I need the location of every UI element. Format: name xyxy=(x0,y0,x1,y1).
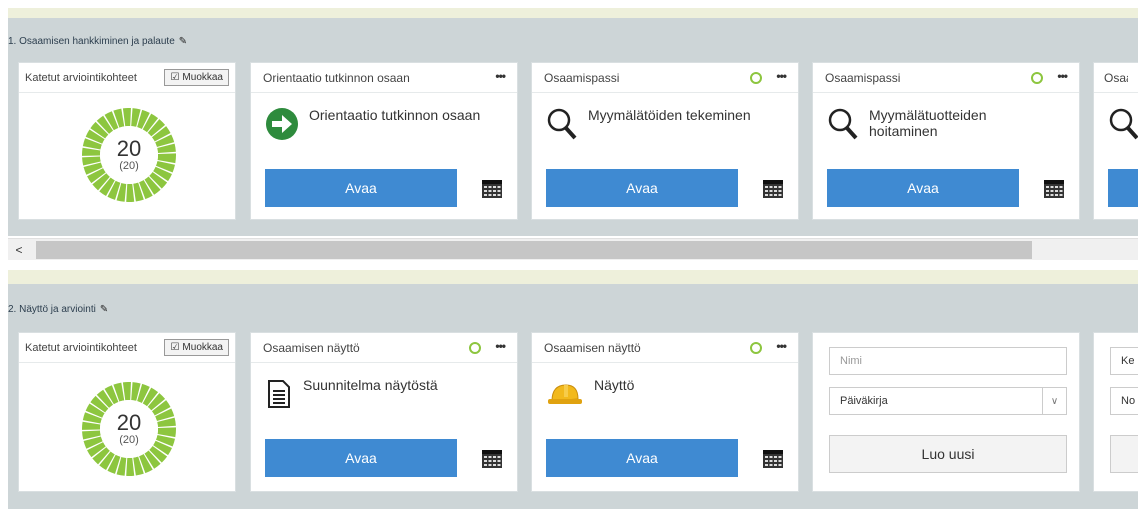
edit-pencil-icon[interactable]: ✎ xyxy=(179,36,187,47)
coverage-donut: 20 (20) xyxy=(81,107,177,203)
partial-field-2[interactable]: No xyxy=(1110,387,1138,415)
scroll-left-arrow-icon[interactable]: < xyxy=(8,239,30,261)
covered-targets-label: Katetut arviointikohteet xyxy=(25,71,137,84)
card-title: Osaamispassi xyxy=(544,70,620,85)
donut-value: 20 xyxy=(116,410,142,435)
section2-top-strip xyxy=(8,270,1138,284)
task-item: Näyttö xyxy=(546,377,634,411)
donut-subvalue: (20) xyxy=(119,160,139,172)
more-options-icon[interactable]: ••• xyxy=(495,70,506,82)
more-options-icon[interactable]: ••• xyxy=(776,70,787,82)
donut-value: 20 xyxy=(116,136,142,161)
task-item-label: Näyttö xyxy=(594,377,635,393)
task-card: Osaamisen näyttö ••• Suunnitelma näytöst… xyxy=(250,332,518,492)
task-card: Osaamisen näyttö ••• Näyttö Avaa xyxy=(531,332,799,492)
task-card: Orientaatio tutkinnon osaan ••• Orientaa… xyxy=(250,62,518,220)
card-title: Osaamisen näyttö xyxy=(263,340,360,355)
edit-button[interactable]: ☑ Muokkaa xyxy=(164,69,229,86)
more-options-icon[interactable]: ••• xyxy=(1057,70,1068,82)
covered-targets-card: Katetut arviointikohteet ☑ Muokkaa 20 (20… xyxy=(18,332,236,492)
more-options-icon[interactable]: ••• xyxy=(776,340,787,352)
edit-icon: ☑ xyxy=(170,72,180,83)
more-options-icon[interactable]: ••• xyxy=(495,340,506,352)
open-button[interactable]: Avaa xyxy=(827,169,1019,207)
horizontal-scrollbar[interactable]: < xyxy=(8,238,1138,260)
section1-top-strip xyxy=(8,8,1138,18)
edit-pencil-icon[interactable]: ✎ xyxy=(100,304,108,315)
calendar-icon[interactable] xyxy=(481,447,503,469)
task-item: Myymälätöiden tekeminen xyxy=(546,107,751,141)
task-card: Osaamispassi ••• Myymälätöiden tekeminen… xyxy=(531,62,799,220)
status-circle-icon xyxy=(750,341,763,354)
name-input[interactable]: Nimi xyxy=(829,347,1067,375)
status-circle-icon xyxy=(469,341,482,354)
task-item-label: Suunnitelma näytöstä xyxy=(303,377,438,393)
card-header: Orientaatio tutkinnon osaan ••• xyxy=(251,63,517,93)
task-item-label: Myymälätöiden tekeminen xyxy=(588,107,751,123)
task-card: Osaamispassi ••• Myymälätuotteiden hoita… xyxy=(812,62,1080,220)
partial-create-button[interactable] xyxy=(1110,435,1138,473)
task-card-partial: Osaan xyxy=(1093,62,1138,220)
task-item: Myymälätuotteiden hoitaminen xyxy=(827,107,1019,141)
card-title: Orientaatio tutkinnon osaan xyxy=(263,70,410,85)
status-circle-icon xyxy=(750,71,763,84)
open-button[interactable]: Avaa xyxy=(546,169,738,207)
status-circle-icon xyxy=(1031,71,1044,84)
open-button[interactable]: Avaa xyxy=(546,439,738,477)
task-item-label: Myymälätuotteiden hoitaminen xyxy=(869,107,987,139)
green-arrow-icon xyxy=(266,108,298,140)
magnifier-icon xyxy=(547,108,577,140)
section1-title: 1. Osaamisen hankkiminen ja palaute ✎ xyxy=(8,36,188,47)
partial-field-1[interactable]: Ke xyxy=(1110,347,1138,375)
magnifier-icon xyxy=(1109,108,1138,140)
calendar-icon[interactable] xyxy=(1043,177,1065,199)
card-header: Osaamisen näyttö ••• xyxy=(251,333,517,363)
open-button[interactable] xyxy=(1108,169,1138,207)
covered-targets-label: Katetut arviointikohteet xyxy=(25,341,137,354)
coverage-donut: 20 (20) xyxy=(81,381,177,477)
edit-icon: ☑ xyxy=(170,342,180,353)
card-title: Osaamispassi xyxy=(825,70,901,85)
card-header: Osaamisen näyttö ••• xyxy=(532,333,798,363)
card-header: Osaamispassi ••• xyxy=(813,63,1079,93)
type-select-value: Päiväkirja xyxy=(840,395,888,407)
card-title: Osaan xyxy=(1104,70,1128,85)
card-header: Katetut arviointikohteet ☑ Muokkaa xyxy=(19,63,235,93)
type-select[interactable]: Päiväkirja ∨ xyxy=(829,387,1067,415)
open-button[interactable]: Avaa xyxy=(265,439,457,477)
calendar-icon[interactable] xyxy=(762,177,784,199)
covered-targets-card: Katetut arviointikohteet ☑ Muokkaa 20 (20… xyxy=(18,62,236,220)
create-new-form-card-partial: Ke No xyxy=(1093,332,1138,492)
donut-subvalue: (20) xyxy=(119,434,139,446)
edit-button[interactable]: ☑ Muokkaa xyxy=(164,339,229,356)
document-icon xyxy=(268,380,290,408)
task-item: Suunnitelma näytöstä xyxy=(265,377,438,411)
hardhat-icon xyxy=(548,384,582,404)
scrollbar-thumb[interactable] xyxy=(36,241,1032,259)
chevron-down-icon[interactable]: ∨ xyxy=(1042,388,1066,414)
open-button[interactable]: Avaa xyxy=(265,169,457,207)
calendar-icon[interactable] xyxy=(762,447,784,469)
card-header: Osaan xyxy=(1094,63,1138,93)
magnifier-icon xyxy=(828,108,858,140)
calendar-icon[interactable] xyxy=(481,177,503,199)
task-item-label: Orientaatio tutkinnon osaan xyxy=(309,107,481,123)
card-title: Osaamisen näyttö xyxy=(544,340,641,355)
create-new-button[interactable]: Luo uusi xyxy=(829,435,1067,473)
card-header: Katetut arviointikohteet ☑ Muokkaa xyxy=(19,333,235,363)
card-header: Osaamispassi ••• xyxy=(532,63,798,93)
task-item: Orientaatio tutkinnon osaan xyxy=(265,107,480,141)
create-new-form-card: Nimi Päiväkirja ∨ Luo uusi xyxy=(812,332,1080,492)
section2-title: 2. Näyttö ja arviointi ✎ xyxy=(8,304,109,315)
